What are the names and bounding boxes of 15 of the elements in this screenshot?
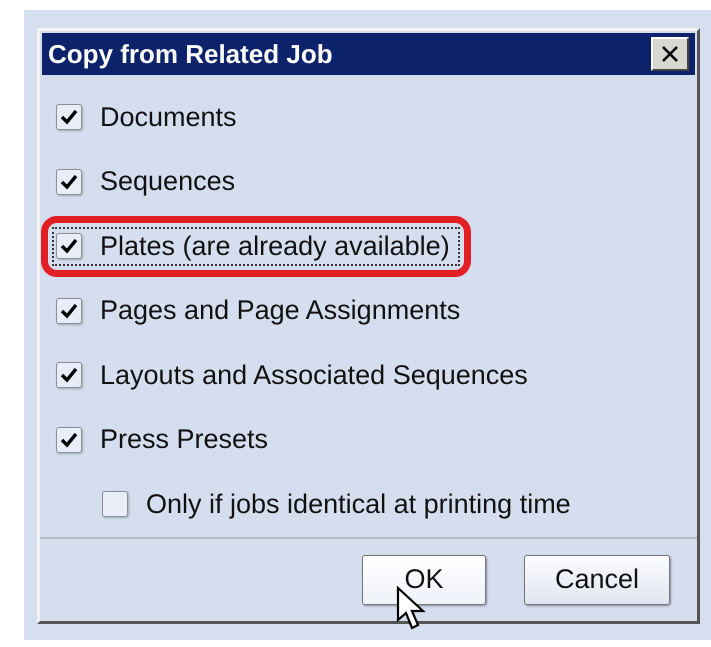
checkbox-option[interactable]: Layouts and Associated Sequences (52, 356, 538, 395)
window-title: Copy from Related Job (48, 38, 333, 70)
checkmark-icon (59, 365, 79, 386)
checkbox-option[interactable]: Plates (are already available) (52, 226, 460, 266)
checkmark-icon (59, 236, 79, 256)
close-icon (660, 44, 680, 64)
checkbox-option[interactable]: Sequences (52, 162, 246, 202)
close-button[interactable] (651, 37, 689, 72)
checkbox-option[interactable]: Press Presets (52, 420, 278, 460)
ok-button[interactable]: OK (362, 554, 486, 605)
checkmark-icon (59, 107, 79, 128)
checkbox-option[interactable]: Only if jobs identical at printing time (98, 484, 581, 524)
checkbox-option[interactable]: Documents (52, 98, 247, 137)
cancel-button[interactable]: Cancel (524, 554, 670, 605)
checkbox-option[interactable]: Pages and Page Assignments (52, 291, 470, 330)
